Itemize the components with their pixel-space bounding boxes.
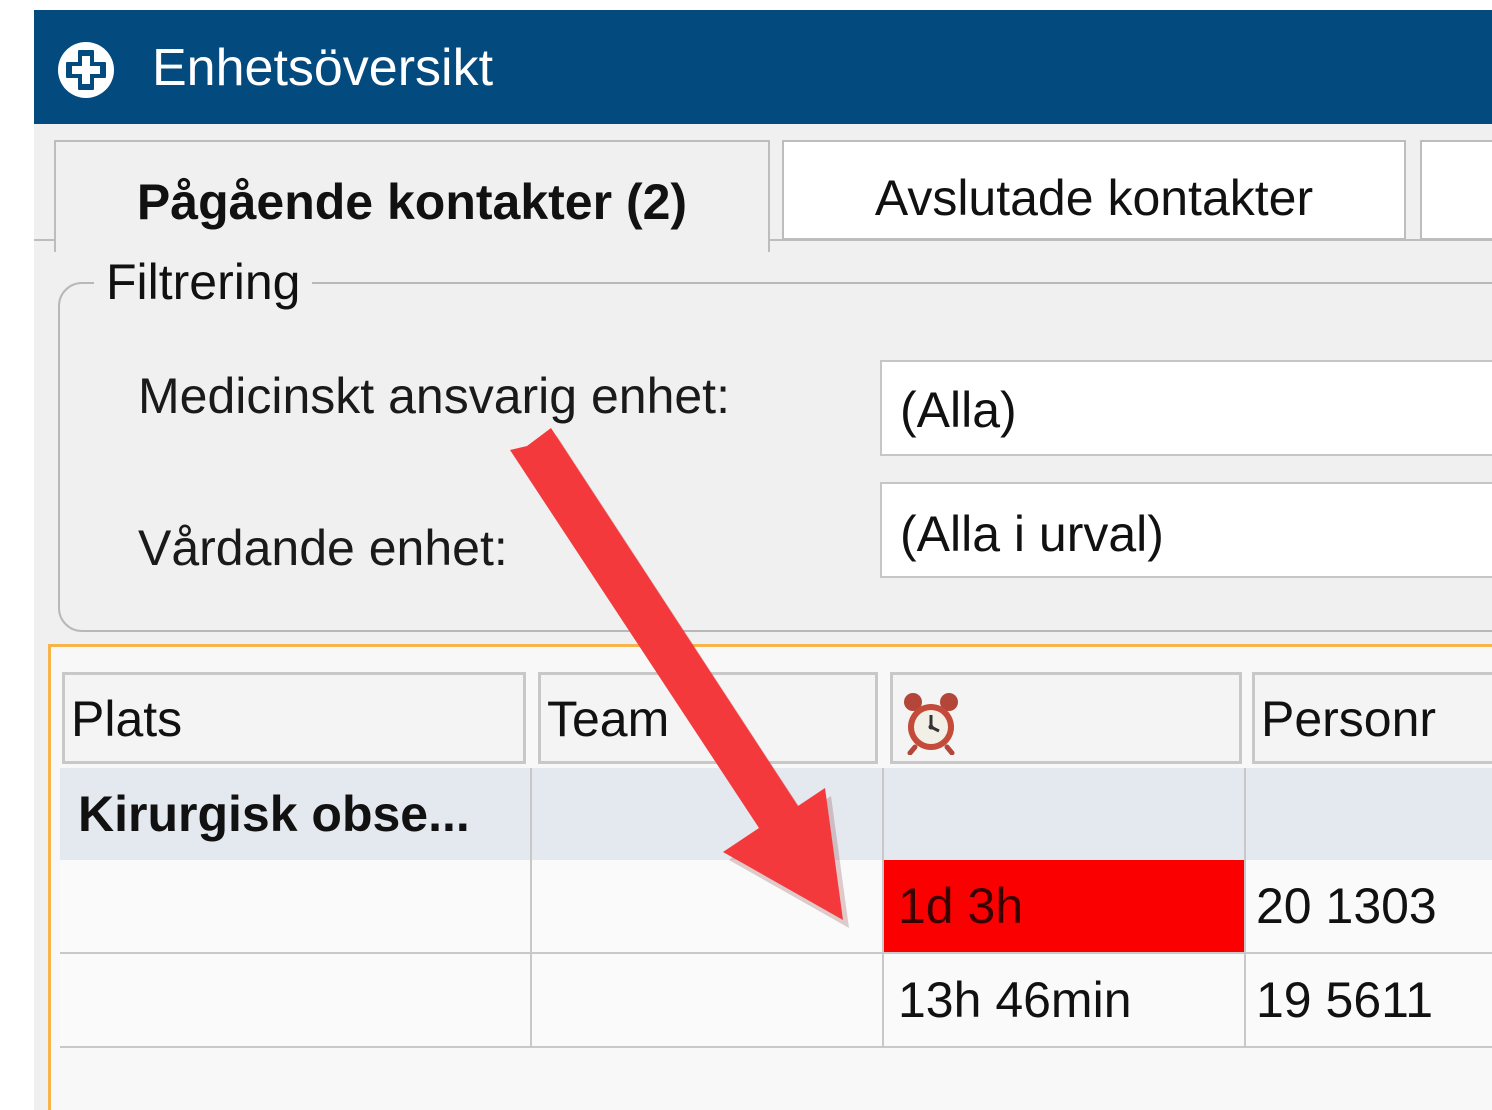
row-1-personnr[interactable]: 20 1303: [1246, 860, 1492, 954]
medical-unit-label: Medicinskt ansvarig enhet:: [138, 368, 730, 424]
tab-avslutade-kontakter[interactable]: Avslutade kontakter: [782, 140, 1406, 240]
care-unit-select[interactable]: (Alla i urval): [880, 482, 1492, 578]
column-header-plats[interactable]: Plats: [62, 672, 526, 764]
care-unit-label: Vårdande enhet:: [138, 520, 508, 576]
column-header-personnr[interactable]: Personr: [1252, 672, 1492, 764]
title-bar: Enhetsöversikt: [34, 10, 1492, 124]
row-2-time[interactable]: 13h 46min: [884, 954, 1246, 1048]
medical-cross-icon: [58, 42, 114, 98]
enhetsoversikt-window: Enhetsöversikt Pågående kontakter (2) Av…: [34, 10, 1492, 1110]
group-row-cell[interactable]: [532, 768, 884, 862]
row-1-plats[interactable]: [60, 860, 532, 954]
window-title: Enhetsöversikt: [152, 39, 494, 97]
alarm-clock-icon: [904, 693, 958, 755]
filter-legend: Filtrering: [94, 252, 313, 312]
medical-unit-select[interactable]: (Alla): [880, 360, 1492, 456]
tab-third[interactable]: [1420, 140, 1492, 240]
row-1-team[interactable]: [532, 860, 884, 954]
group-row-cell[interactable]: [1246, 768, 1492, 862]
row-1-time-alert[interactable]: 1d 3h: [884, 860, 1246, 954]
column-header-time[interactable]: [890, 672, 1242, 764]
row-2-personnr[interactable]: 19 5611: [1246, 954, 1492, 1048]
group-row-label[interactable]: Kirurgisk obse...: [60, 768, 532, 862]
row-2-plats[interactable]: [60, 954, 532, 1048]
row-2-team[interactable]: [532, 954, 884, 1048]
tab-pagaende-kontakter[interactable]: Pågående kontakter (2): [54, 140, 770, 252]
filter-group: [58, 282, 1492, 632]
column-header-team[interactable]: Team: [538, 672, 878, 764]
group-row-cell[interactable]: [884, 768, 1246, 862]
